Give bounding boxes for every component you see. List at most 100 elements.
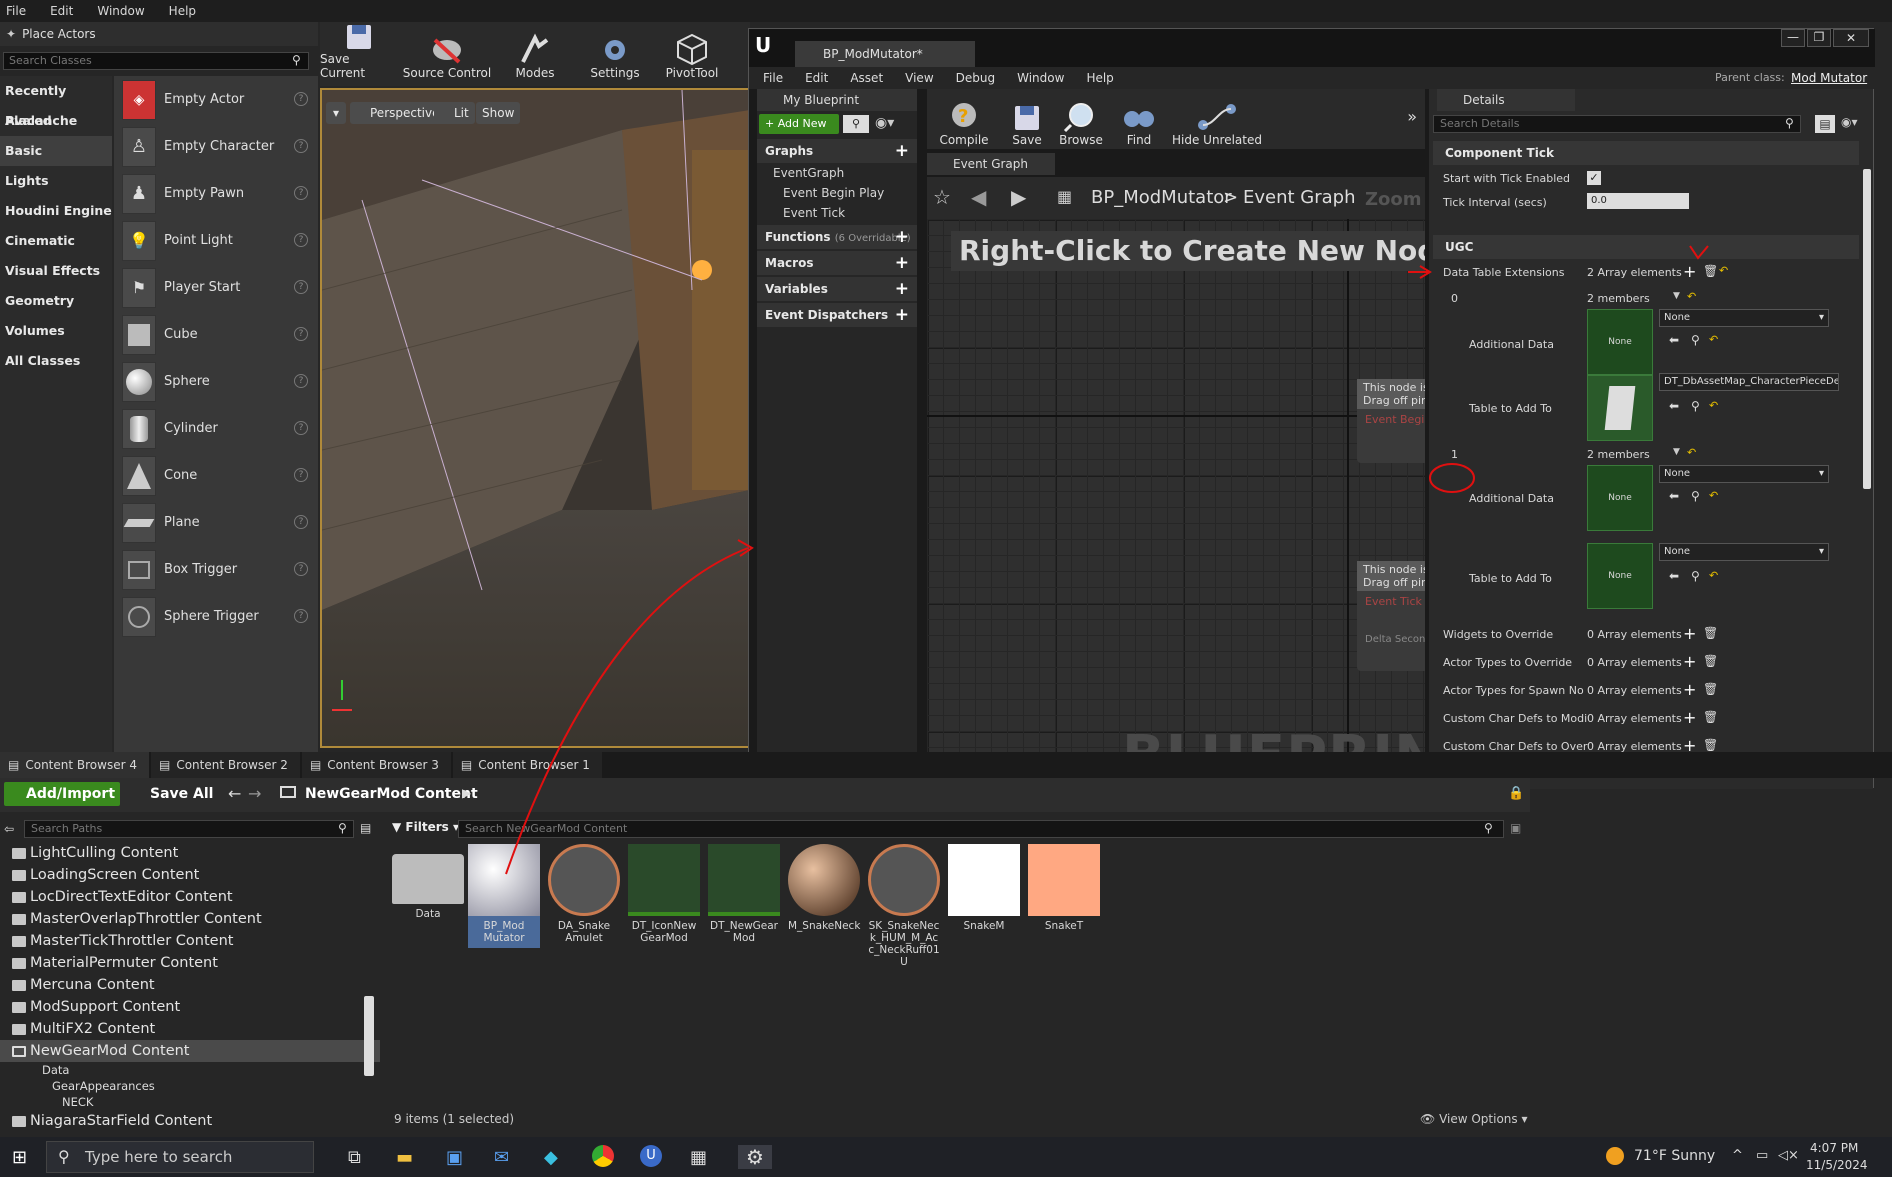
perspective-button[interactable]: Perspective bbox=[350, 102, 446, 124]
help-icon[interactable]: ? bbox=[294, 139, 308, 153]
actor-empty-character[interactable]: ♙ Empty Character? bbox=[114, 123, 318, 170]
add-element-icon[interactable]: + bbox=[1683, 652, 1696, 671]
menu-file[interactable]: File bbox=[6, 4, 26, 18]
browse-asset-icon[interactable]: ⚲ bbox=[1691, 569, 1700, 583]
menu-edit[interactable]: Edit bbox=[50, 4, 73, 18]
star-icon[interactable]: ☆ bbox=[933, 185, 951, 209]
reset-icon[interactable]: ↶ bbox=[1709, 333, 1718, 346]
help-icon[interactable]: ? bbox=[294, 233, 308, 247]
reset-icon[interactable]: ↶ bbox=[1687, 446, 1696, 459]
additional-data-0-thumb[interactable]: None bbox=[1587, 309, 1653, 375]
lit-button[interactable]: Lit bbox=[434, 102, 475, 124]
trash-icon[interactable]: 🗑 bbox=[1703, 264, 1718, 278]
category-geometry[interactable]: Geometry bbox=[0, 286, 112, 316]
bp-menu-file[interactable]: File bbox=[763, 71, 783, 85]
details-tab[interactable]: Details bbox=[1437, 89, 1575, 111]
clock-date[interactable]: 11/5/2024 bbox=[1806, 1158, 1868, 1172]
browse-asset-icon[interactable]: ⚲ bbox=[1691, 333, 1700, 347]
level-viewport[interactable]: ▾ Perspective Lit Show bbox=[320, 88, 752, 748]
actor-sphere-trigger[interactable]: Sphere Trigger? bbox=[114, 593, 318, 640]
filters-button[interactable]: ▼ Filters ▾ bbox=[392, 820, 459, 834]
folder-materialpermuter[interactable]: MaterialPermuter Content bbox=[0, 952, 380, 974]
asset-sk-snakeneck[interactable]: SK_SnakeNeck_HUM_M_Acc_NeckRuff01U bbox=[868, 844, 940, 968]
folder-loadingscreen[interactable]: LoadingScreen Content bbox=[0, 864, 380, 886]
use-selected-arrow-icon[interactable]: ⬅ bbox=[1669, 399, 1679, 413]
path-breadcrumb[interactable]: NewGearMod Content bbox=[305, 786, 478, 802]
add-dispatcher-icon[interactable]: + bbox=[895, 303, 909, 327]
mail-icon[interactable]: ✉ bbox=[494, 1147, 509, 1168]
menu-help[interactable]: Help bbox=[169, 4, 196, 18]
graph-tab[interactable]: Event Graph bbox=[927, 153, 1055, 175]
place-actors-tab[interactable]: ✦ Place Actors bbox=[0, 22, 318, 46]
trash-icon[interactable]: 🗑 bbox=[1703, 682, 1718, 696]
element-1-index[interactable]: 1 bbox=[1451, 448, 1458, 461]
asset-snaket[interactable]: SnakeT bbox=[1028, 844, 1100, 932]
save-button[interactable]: Save bbox=[1001, 89, 1053, 149]
actor-empty-actor[interactable]: ◈ Empty Actor? bbox=[114, 76, 318, 123]
asset-m-snakeneck[interactable]: M_SnakeNeck bbox=[788, 844, 860, 932]
property-matrix-icon[interactable]: ▤ bbox=[1815, 115, 1835, 133]
event-graph-canvas[interactable]: Right-Click to Create New Nodes. This no… bbox=[927, 219, 1425, 785]
add-element-icon[interactable]: + bbox=[1683, 708, 1696, 727]
help-icon[interactable]: ? bbox=[294, 186, 308, 200]
reset-icon[interactable]: ↶ bbox=[1687, 290, 1696, 303]
folder-niagarastarfield[interactable]: NiagaraStarField Content bbox=[0, 1110, 380, 1132]
search-paths-input[interactable]: Search Paths bbox=[24, 820, 354, 838]
add-new-button[interactable]: + Add New bbox=[759, 114, 839, 134]
use-selected-arrow-icon[interactable]: ⬅ bbox=[1669, 569, 1679, 583]
maximize-button[interactable]: ❐ bbox=[1807, 29, 1831, 47]
chrome-icon[interactable] bbox=[592, 1145, 614, 1167]
tray-chevron-icon[interactable]: ^ bbox=[1732, 1148, 1743, 1163]
pivottool-button[interactable]: PivotTool bbox=[656, 22, 728, 86]
save-all-button[interactable]: Save All bbox=[130, 782, 213, 806]
view-options-button[interactable]: 👁 View Options ▾ bbox=[1420, 1112, 1528, 1126]
event-dispatchers-section[interactable]: Event Dispatchers + bbox=[757, 303, 917, 327]
add-variable-icon[interactable]: + bbox=[895, 277, 909, 301]
sources-toggle-icon[interactable]: ⇦ bbox=[4, 822, 14, 836]
bp-menu-debug[interactable]: Debug bbox=[956, 71, 995, 85]
save-current-button[interactable]: Save Current bbox=[320, 22, 398, 86]
taskbar-search-input[interactable]: Type here to search bbox=[46, 1141, 314, 1173]
additional-data-0-combo[interactable]: None ▾ bbox=[1659, 309, 1829, 327]
visibility-eye-icon[interactable]: ◉▾ bbox=[1841, 115, 1858, 129]
folder-modsupport[interactable]: ModSupport Content bbox=[0, 996, 380, 1018]
close-button[interactable]: ✕ bbox=[1833, 29, 1869, 47]
actor-player-start[interactable]: ⚑ Player Start? bbox=[114, 264, 318, 311]
history-back-icon[interactable]: ← bbox=[228, 784, 241, 803]
help-icon[interactable]: ? bbox=[294, 562, 308, 576]
help-icon[interactable]: ? bbox=[294, 609, 308, 623]
toolbar-overflow-icon[interactable]: » bbox=[1407, 107, 1417, 126]
category-houdini-engine[interactable]: Houdini Engine bbox=[0, 196, 112, 226]
use-selected-arrow-icon[interactable]: ⬅ bbox=[1669, 489, 1679, 503]
details-scrollbar[interactable] bbox=[1863, 169, 1871, 489]
reset-icon[interactable]: ↶ bbox=[1709, 569, 1718, 582]
dropdown-icon[interactable]: ▼ bbox=[1673, 291, 1680, 301]
asset-bp-mod-mutator[interactable]: BP_Mod Mutator bbox=[468, 844, 540, 948]
task-view-icon[interactable]: ⧉ bbox=[348, 1147, 361, 1168]
breadcrumb-graph[interactable]: Event Graph bbox=[1243, 187, 1356, 208]
help-icon[interactable]: ? bbox=[294, 92, 308, 106]
asset-dt-iconnewgearmod[interactable]: DT_IconNew GearMod bbox=[628, 844, 700, 944]
network-icon[interactable]: ▭ bbox=[1756, 1148, 1768, 1163]
folder-data[interactable]: Data bbox=[0, 1062, 380, 1078]
help-icon[interactable]: ? bbox=[294, 515, 308, 529]
category-volumes[interactable]: Volumes bbox=[0, 316, 112, 346]
event-tick-item[interactable]: Event Tick bbox=[757, 203, 917, 223]
additional-data-1-thumb[interactable]: None bbox=[1587, 465, 1653, 531]
back-arrow-icon[interactable]: ◀ bbox=[971, 185, 986, 209]
tab-content-browser-4[interactable]: ▤ Content Browser 4 bbox=[0, 752, 149, 778]
asset-dt-newgearmod[interactable]: DT_NewGear Mod bbox=[708, 844, 780, 944]
folder-mercuna[interactable]: Mercuna Content bbox=[0, 974, 380, 996]
help-icon[interactable]: ? bbox=[294, 421, 308, 435]
folder-newgearmod[interactable]: NewGearMod Content bbox=[0, 1040, 380, 1062]
app-icon[interactable]: ◆ bbox=[544, 1147, 558, 1168]
bp-menu-window[interactable]: Window bbox=[1017, 71, 1064, 85]
my-blueprint-tab[interactable]: My Blueprint bbox=[757, 89, 917, 111]
folder-masteroverlapthrottler[interactable]: MasterOverlapThrottler Content bbox=[0, 908, 380, 930]
show-button[interactable]: Show bbox=[476, 102, 521, 124]
graphs-section[interactable]: Graphs + bbox=[757, 139, 917, 163]
search-icon[interactable]: ⚲ bbox=[843, 115, 869, 133]
category-visual-effects[interactable]: Visual Effects bbox=[0, 256, 112, 286]
bp-tab[interactable]: BP_ModMutator* bbox=[795, 41, 975, 67]
tick-interval-field[interactable]: 0.0 bbox=[1587, 193, 1689, 209]
